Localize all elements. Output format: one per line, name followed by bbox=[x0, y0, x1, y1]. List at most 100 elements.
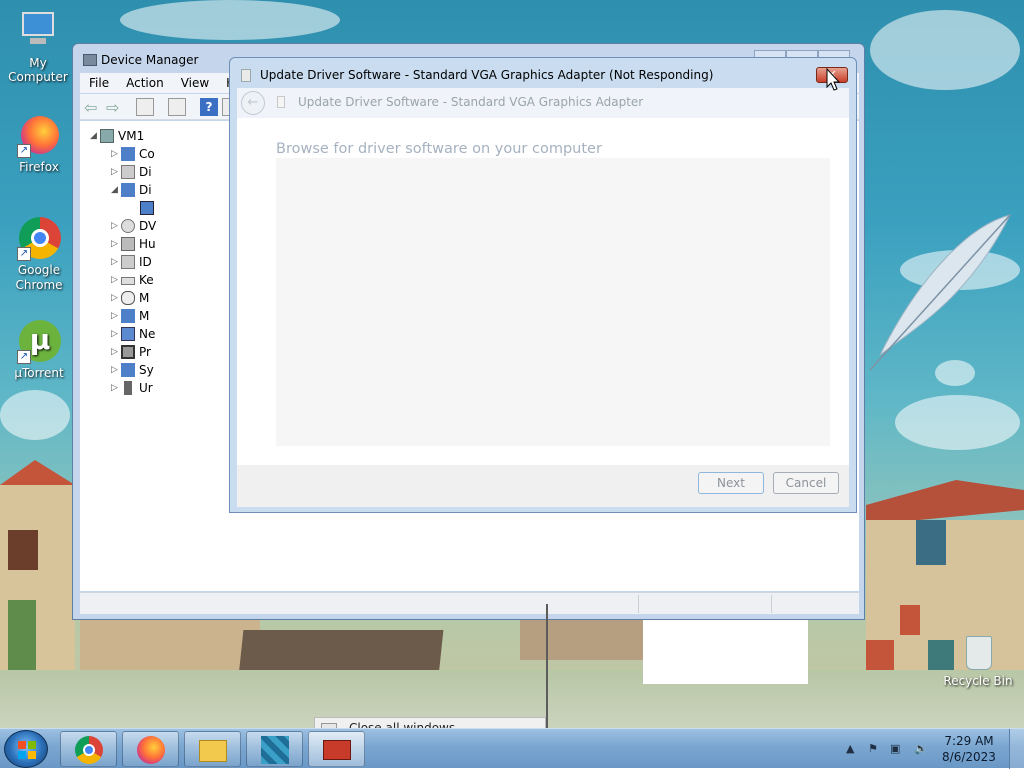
expand-arrow-icon[interactable]: ▷ bbox=[111, 221, 118, 231]
next-button[interactable]: Next bbox=[698, 472, 764, 494]
recycle-bin-icon bbox=[960, 632, 996, 672]
help-icon[interactable]: ? bbox=[200, 98, 218, 116]
desktop-icon-label: Recycle Bin bbox=[943, 674, 1013, 688]
tree-item-label: Co bbox=[139, 147, 155, 161]
properties-icon[interactable] bbox=[136, 98, 154, 116]
clock-date: 8/6/2023 bbox=[942, 750, 996, 764]
cancel-button[interactable]: Cancel bbox=[773, 472, 839, 494]
menu-file[interactable]: File bbox=[80, 73, 117, 90]
wizard-header: ← Update Driver Software - Standard VGA … bbox=[237, 88, 849, 118]
dvd-drive-icon bbox=[121, 219, 135, 233]
desktop-icon-chrome[interactable]: ↗ Google Chrome bbox=[1, 217, 77, 293]
distant-buildings bbox=[80, 620, 260, 670]
update-driver-dialog[interactable]: Update Driver Software - Standard VGA Gr… bbox=[229, 57, 857, 513]
firefox-icon: ↗ bbox=[17, 114, 61, 158]
driver-icon bbox=[277, 96, 285, 108]
utorrent-icon: µ ↗ bbox=[17, 320, 61, 364]
expand-arrow-icon[interactable]: ▷ bbox=[111, 149, 118, 159]
disk-drive-icon bbox=[121, 165, 135, 179]
taskbar-chrome[interactable] bbox=[60, 731, 117, 767]
network-adapter-icon bbox=[121, 327, 135, 341]
menu-view[interactable]: View bbox=[172, 73, 217, 90]
expand-arrow-icon[interactable]: ▷ bbox=[111, 293, 118, 303]
registry-icon bbox=[261, 736, 289, 764]
collapse-arrow-icon[interactable]: ◢ bbox=[111, 185, 118, 195]
processor-icon bbox=[121, 345, 135, 359]
forward-arrow-icon[interactable]: ⇨ bbox=[106, 98, 124, 117]
desktop-icon-label: My Computer bbox=[8, 56, 68, 84]
tree-root-label: VM1 bbox=[118, 129, 145, 143]
house-left-artwork bbox=[0, 460, 75, 690]
tree-item-label: M bbox=[139, 309, 150, 323]
action-center-icon[interactable]: ⚑ bbox=[868, 742, 882, 756]
taskbar-device-manager[interactable] bbox=[308, 731, 365, 767]
back-arrow-icon[interactable]: ← bbox=[241, 91, 265, 115]
wizard-title: Update Driver Software - Standard VGA Gr… bbox=[298, 95, 644, 109]
show-hidden-icons-icon[interactable]: ▲ bbox=[846, 742, 860, 756]
wizard-content-area bbox=[276, 158, 830, 446]
tree-item-label: M bbox=[139, 291, 150, 305]
expand-arrow-icon[interactable]: ▷ bbox=[111, 167, 118, 177]
taskbar: ▲ ⚑ ▣ 🔈 7:29 AM 8/6/2023 bbox=[0, 728, 1024, 769]
tree-item-label: DV bbox=[139, 219, 157, 233]
desktop-icon-my-computer[interactable]: My Computer bbox=[0, 10, 76, 84]
taskbar-registry-editor[interactable] bbox=[246, 731, 303, 767]
show-desktop-button[interactable] bbox=[1009, 729, 1024, 769]
expand-arrow-icon[interactable]: ▷ bbox=[111, 239, 118, 249]
expand-arrow-icon[interactable]: ▷ bbox=[111, 347, 118, 357]
shortcut-arrow-icon: ↗ bbox=[17, 350, 31, 364]
sky-cloud bbox=[895, 395, 1020, 450]
desktop-icon-utorrent[interactable]: µ ↗ µTorrent bbox=[1, 320, 77, 380]
tree-item-label: Di bbox=[139, 183, 152, 197]
expand-arrow-icon[interactable]: ▷ bbox=[111, 311, 118, 321]
desktop-icon-firefox[interactable]: ↗ Firefox bbox=[1, 114, 77, 174]
status-divider bbox=[771, 595, 772, 613]
tree-item-label: Pr bbox=[139, 345, 151, 359]
start-button[interactable] bbox=[4, 730, 48, 768]
computer-icon bbox=[16, 10, 60, 54]
volume-muted-icon[interactable]: 🔈 bbox=[914, 742, 928, 756]
taskbar-firefox[interactable] bbox=[122, 731, 179, 767]
chrome-icon: ↗ bbox=[17, 217, 61, 261]
preview-divider bbox=[546, 604, 548, 730]
system-tray: ▲ ⚑ ▣ 🔈 7:29 AM 8/6/2023 bbox=[842, 729, 1024, 769]
expand-arrow-icon[interactable]: ▷ bbox=[111, 275, 118, 285]
sky-cloud bbox=[120, 0, 340, 40]
taskbar-explorer[interactable] bbox=[184, 731, 241, 767]
toolbox-icon bbox=[323, 740, 351, 760]
keyboard-icon bbox=[121, 277, 135, 285]
windows-logo-icon bbox=[18, 741, 36, 759]
dialog-title: Update Driver Software - Standard VGA Gr… bbox=[260, 68, 714, 82]
clock[interactable]: 7:29 AM 8/6/2023 bbox=[938, 733, 1000, 765]
desktop-icon-label: µTorrent bbox=[14, 366, 64, 380]
status-divider bbox=[638, 595, 639, 613]
collapse-arrow-icon[interactable]: ◢ bbox=[90, 131, 97, 141]
dialog-body: ← Update Driver Software - Standard VGA … bbox=[237, 88, 849, 507]
back-arrow-icon[interactable]: ⇦ bbox=[84, 98, 102, 117]
tree-item-label: Sy bbox=[139, 363, 154, 377]
mouse-icon bbox=[121, 291, 135, 305]
shortcut-arrow-icon: ↗ bbox=[17, 144, 31, 158]
tree-item-label: ID bbox=[139, 255, 152, 269]
expand-arrow-icon[interactable]: ▷ bbox=[111, 383, 118, 393]
expand-arrow-icon[interactable]: ▷ bbox=[111, 329, 118, 339]
show-hide-tree-icon[interactable] bbox=[168, 98, 186, 116]
clock-time: 7:29 AM bbox=[944, 734, 994, 748]
tree-item-label: Ur bbox=[139, 381, 153, 395]
desktop-icon-label: Firefox bbox=[19, 160, 59, 174]
computer-icon bbox=[100, 129, 114, 143]
sky-cloud bbox=[0, 390, 70, 440]
folder-icon bbox=[199, 740, 227, 762]
desktop-icon-recycle-bin[interactable]: Recycle Bin bbox=[938, 632, 1018, 688]
network-icon[interactable]: ▣ bbox=[890, 742, 904, 756]
feather-artwork bbox=[869, 214, 1011, 371]
tree-item-label: Ne bbox=[139, 327, 156, 341]
computer-icon bbox=[121, 147, 135, 161]
blank-preview-area bbox=[643, 620, 808, 684]
expand-arrow-icon[interactable]: ▷ bbox=[111, 365, 118, 375]
wizard-heading: Browse for driver software on your compu… bbox=[276, 141, 602, 157]
menu-action[interactable]: Action bbox=[117, 73, 172, 90]
expand-arrow-icon[interactable]: ▷ bbox=[111, 257, 118, 267]
wizard-footer: Next Cancel bbox=[237, 465, 849, 507]
desktop-icon-label: Google Chrome bbox=[15, 263, 63, 292]
